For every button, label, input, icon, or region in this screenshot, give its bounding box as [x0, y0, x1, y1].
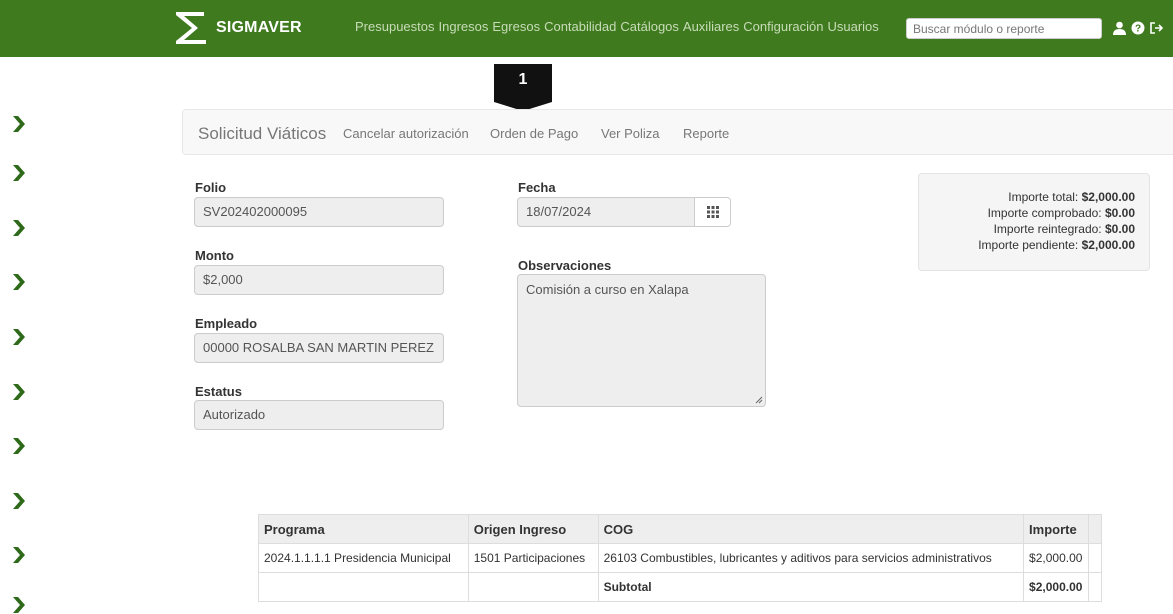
menu-item-catalogos[interactable]: Catálogos — [620, 19, 679, 34]
step-number: 1 — [518, 71, 528, 88]
cell-spacer — [1088, 572, 1102, 602]
column-header-origen: Origen Ingreso — [467, 514, 599, 544]
summary-comprobado-label: Importe comprobado: — [987, 206, 1102, 220]
nav-icons: ? — [1112, 21, 1164, 35]
summary-reintegrado-value: $0.00 — [1104, 222, 1135, 236]
logout-icon[interactable] — [1149, 21, 1164, 35]
summary-total-value: $2,000.00 — [1081, 190, 1135, 204]
chevron-right-icon[interactable] — [12, 164, 26, 182]
chevron-right-icon[interactable] — [12, 115, 26, 133]
main-menu: Presupuestos Ingresos Egresos Contabilid… — [355, 19, 883, 34]
svg-text:?: ? — [1135, 24, 1141, 35]
chevron-right-icon[interactable] — [12, 596, 26, 614]
table-row: 2024.1.1.1.1 Presidencia Municipal 1501 … — [258, 543, 1102, 573]
cell-origen: 1501 Participaciones — [467, 543, 599, 573]
user-icon[interactable] — [1112, 21, 1127, 35]
subtotal-label: Subtotal — [597, 572, 1025, 602]
budget-table: Programa Origen Ingreso COG Importe 2024… — [258, 514, 1102, 602]
help-icon[interactable]: ? — [1131, 21, 1145, 35]
observaciones-textarea[interactable]: Comisión a curso en Xalapa — [517, 274, 766, 407]
fecha-label: Fecha — [518, 180, 556, 195]
column-header-cog: COG — [597, 514, 1025, 544]
summary-pendiente-row: Importe pendiente: $2,000.00 — [919, 237, 1135, 253]
cell-cog: 26103 Combustibles, lubricantes y aditiv… — [597, 543, 1025, 573]
page-title: Solicitud Viáticos — [198, 124, 327, 143]
sigmaver-logo-icon — [176, 12, 206, 44]
step-badge: 1 — [494, 64, 552, 111]
sub-navbar: Solicitud Viáticos Cancelar autorización… — [182, 109, 1173, 155]
subtotal-value: $2,000.00 — [1023, 572, 1090, 602]
summary-total-label: Importe total: — [1008, 190, 1079, 204]
table-header-row: Programa Origen Ingreso COG Importe — [258, 514, 1102, 544]
amount-summary-panel: Importe total: $2,000.00 Importe comprob… — [918, 173, 1150, 271]
search-input[interactable] — [906, 18, 1102, 39]
cell-empty — [467, 572, 599, 602]
folio-field[interactable]: SV202402000095 — [194, 197, 444, 227]
calendar-grid-icon — [706, 206, 719, 218]
payment-order-link[interactable]: Orden de Pago — [490, 126, 578, 141]
calendar-button[interactable] — [694, 197, 731, 227]
observaciones-text: Comisión a curso en Xalapa — [526, 282, 689, 297]
cell-programa: 2024.1.1.1.1 Presidencia Municipal — [258, 543, 469, 573]
chevron-right-icon[interactable] — [12, 328, 26, 346]
column-header-importe: Importe — [1023, 514, 1090, 544]
estatus-label: Estatus — [195, 384, 242, 399]
menu-item-auxiliares[interactable]: Auxiliares — [683, 19, 739, 34]
column-header-spacer — [1088, 514, 1102, 544]
brand-name: SIGMAVER — [216, 19, 302, 36]
summary-reintegrado-label: Importe reintegrado: — [993, 222, 1102, 236]
estatus-field[interactable]: Autorizado — [194, 400, 444, 430]
cell-spacer — [1088, 543, 1102, 573]
cell-importe: $2,000.00 — [1023, 543, 1090, 573]
menu-item-presupuestos[interactable]: Presupuestos — [355, 19, 435, 34]
top-navbar: SIGMAVER Presupuestos Ingresos Egresos C… — [0, 0, 1173, 57]
chevron-right-icon[interactable] — [12, 273, 26, 291]
empleado-label: Empleado — [195, 316, 258, 331]
summary-total-row: Importe total: $2,000.00 — [919, 189, 1135, 205]
chevron-right-icon[interactable] — [12, 492, 26, 510]
monto-field[interactable]: $2,000 — [194, 265, 444, 295]
column-header-programa: Programa — [258, 514, 469, 544]
report-link[interactable]: Reporte — [683, 126, 729, 141]
menu-item-configuracion[interactable]: Configuración — [743, 19, 823, 34]
summary-pendiente-value: $2,000.00 — [1081, 238, 1135, 252]
table-subtotal-row: Subtotal $2,000.00 — [258, 572, 1102, 602]
cell-empty — [258, 572, 469, 602]
menu-item-contabilidad[interactable]: Contabilidad — [544, 19, 616, 34]
monto-label: Monto — [195, 248, 234, 263]
observaciones-label: Observaciones — [518, 258, 612, 273]
summary-pendiente-label: Importe pendiente: — [978, 238, 1079, 252]
chevron-right-icon[interactable] — [12, 546, 26, 564]
empleado-field[interactable]: 00000 ROSALBA SAN MARTIN PEREZ — [194, 333, 444, 363]
menu-item-egresos[interactable]: Egresos — [492, 19, 540, 34]
chevron-right-icon[interactable] — [12, 219, 26, 237]
brand-logo[interactable]: SIGMAVER — [174, 6, 302, 50]
cancel-authorization-link[interactable]: Cancelar autorización — [343, 126, 469, 141]
chevron-right-icon[interactable] — [12, 383, 26, 401]
resize-grip-icon[interactable] — [755, 396, 763, 404]
menu-item-ingresos[interactable]: Ingresos — [439, 19, 489, 34]
view-poliza-link[interactable]: Ver Poliza — [601, 126, 660, 141]
folio-label: Folio — [195, 180, 227, 195]
menu-item-usuarios[interactable]: Usuarios — [827, 19, 878, 34]
summary-comprobado-value: $0.00 — [1104, 206, 1135, 220]
summary-comprobado-row: Importe comprobado: $0.00 — [919, 205, 1135, 221]
summary-reintegrado-row: Importe reintegrado: $0.00 — [919, 221, 1135, 237]
chevron-right-icon[interactable] — [12, 437, 26, 455]
fecha-field[interactable]: 18/07/2024 — [517, 197, 695, 227]
